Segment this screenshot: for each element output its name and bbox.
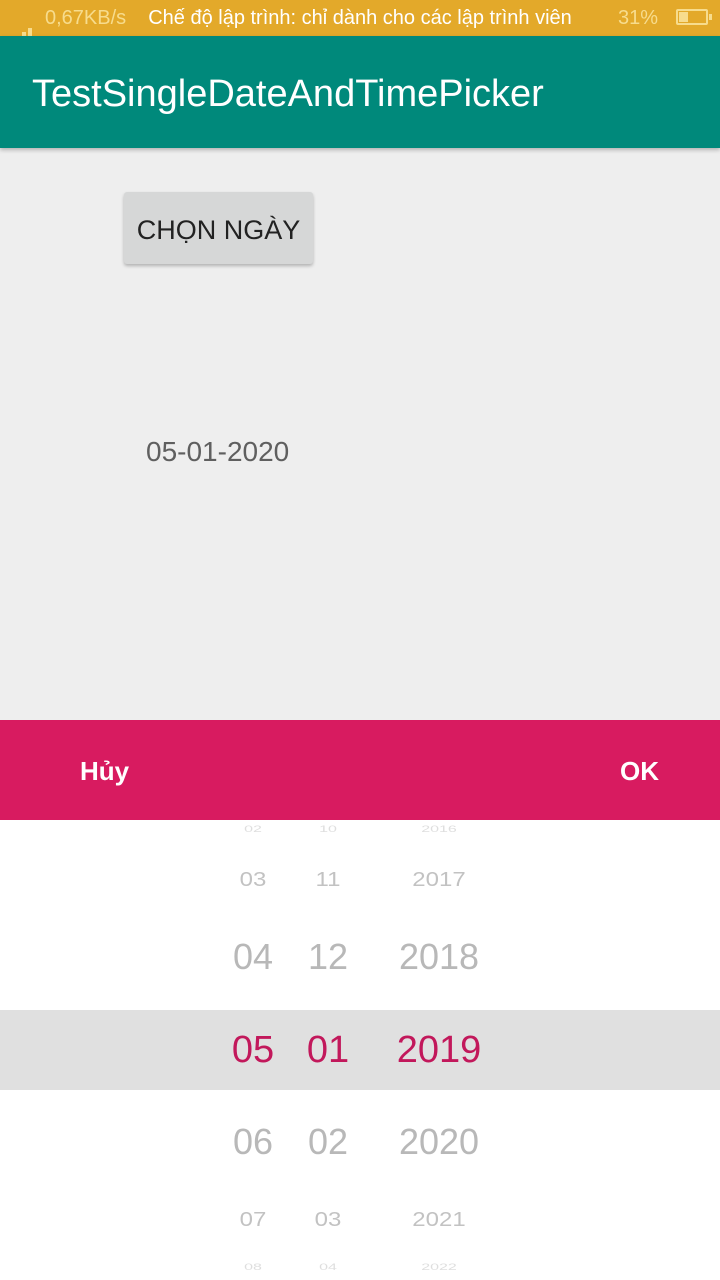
status-bar: 0,67KB/s Chế độ lập trình: chỉ dành cho … xyxy=(0,0,720,45)
day-option[interactable]: 11 xyxy=(289,869,367,890)
day-option[interactable]: 12 xyxy=(289,939,367,975)
picker-header: Hủy OK xyxy=(0,720,720,820)
year-option[interactable]: 2020 xyxy=(386,1124,492,1160)
day-option[interactable]: 01 xyxy=(289,1031,367,1069)
month-option[interactable]: 08 xyxy=(212,1263,294,1273)
year-option[interactable]: 2018 xyxy=(386,939,492,975)
year-option[interactable]: 2016 xyxy=(386,825,492,835)
month-option[interactable]: 03 xyxy=(212,869,294,890)
year-wheel[interactable]: 2016 2017 2018 2019 2020 2021 2022 xyxy=(386,820,492,1280)
day-option[interactable]: 03 xyxy=(289,1209,367,1230)
ok-button[interactable]: OK xyxy=(620,720,659,822)
month-option[interactable]: 04 xyxy=(212,939,294,975)
battery-icon xyxy=(676,9,712,25)
month-option[interactable]: 05 xyxy=(212,1031,294,1069)
day-option[interactable]: 02 xyxy=(289,1124,367,1160)
year-option[interactable]: 2019 xyxy=(386,1031,492,1069)
cancel-button[interactable]: Hủy xyxy=(80,720,129,822)
selected-date-text: 05-01-2020 xyxy=(146,436,290,467)
day-wheel[interactable]: 10 11 12 01 02 03 04 xyxy=(289,820,367,1280)
year-option[interactable]: 2021 xyxy=(386,1209,492,1230)
app-bar: TestSingleDateAndTimePicker xyxy=(0,36,720,148)
date-picker-wheels[interactable]: 02 03 04 05 06 07 08 10 11 12 01 02 03 04 2016 2017 20… xyxy=(0,820,720,1280)
year-option[interactable]: 2017 xyxy=(386,869,492,890)
choose-date-button[interactable]: CHỌN NGÀY xyxy=(124,192,313,264)
year-option[interactable]: 2022 xyxy=(386,1263,492,1273)
month-option[interactable]: 07 xyxy=(212,1209,294,1230)
developer-mode-notice: Chế độ lập trình: chỉ dành cho các lập t… xyxy=(148,7,572,29)
app-title: TestSingleDateAndTimePicker xyxy=(32,73,544,115)
month-option[interactable]: 02 xyxy=(212,825,294,835)
month-option[interactable]: 06 xyxy=(212,1124,294,1160)
battery-percentage: 31% xyxy=(617,7,658,29)
day-option[interactable]: 04 xyxy=(289,1263,367,1273)
day-option[interactable]: 10 xyxy=(289,825,367,835)
month-wheel[interactable]: 02 03 04 05 06 07 08 xyxy=(212,820,294,1280)
